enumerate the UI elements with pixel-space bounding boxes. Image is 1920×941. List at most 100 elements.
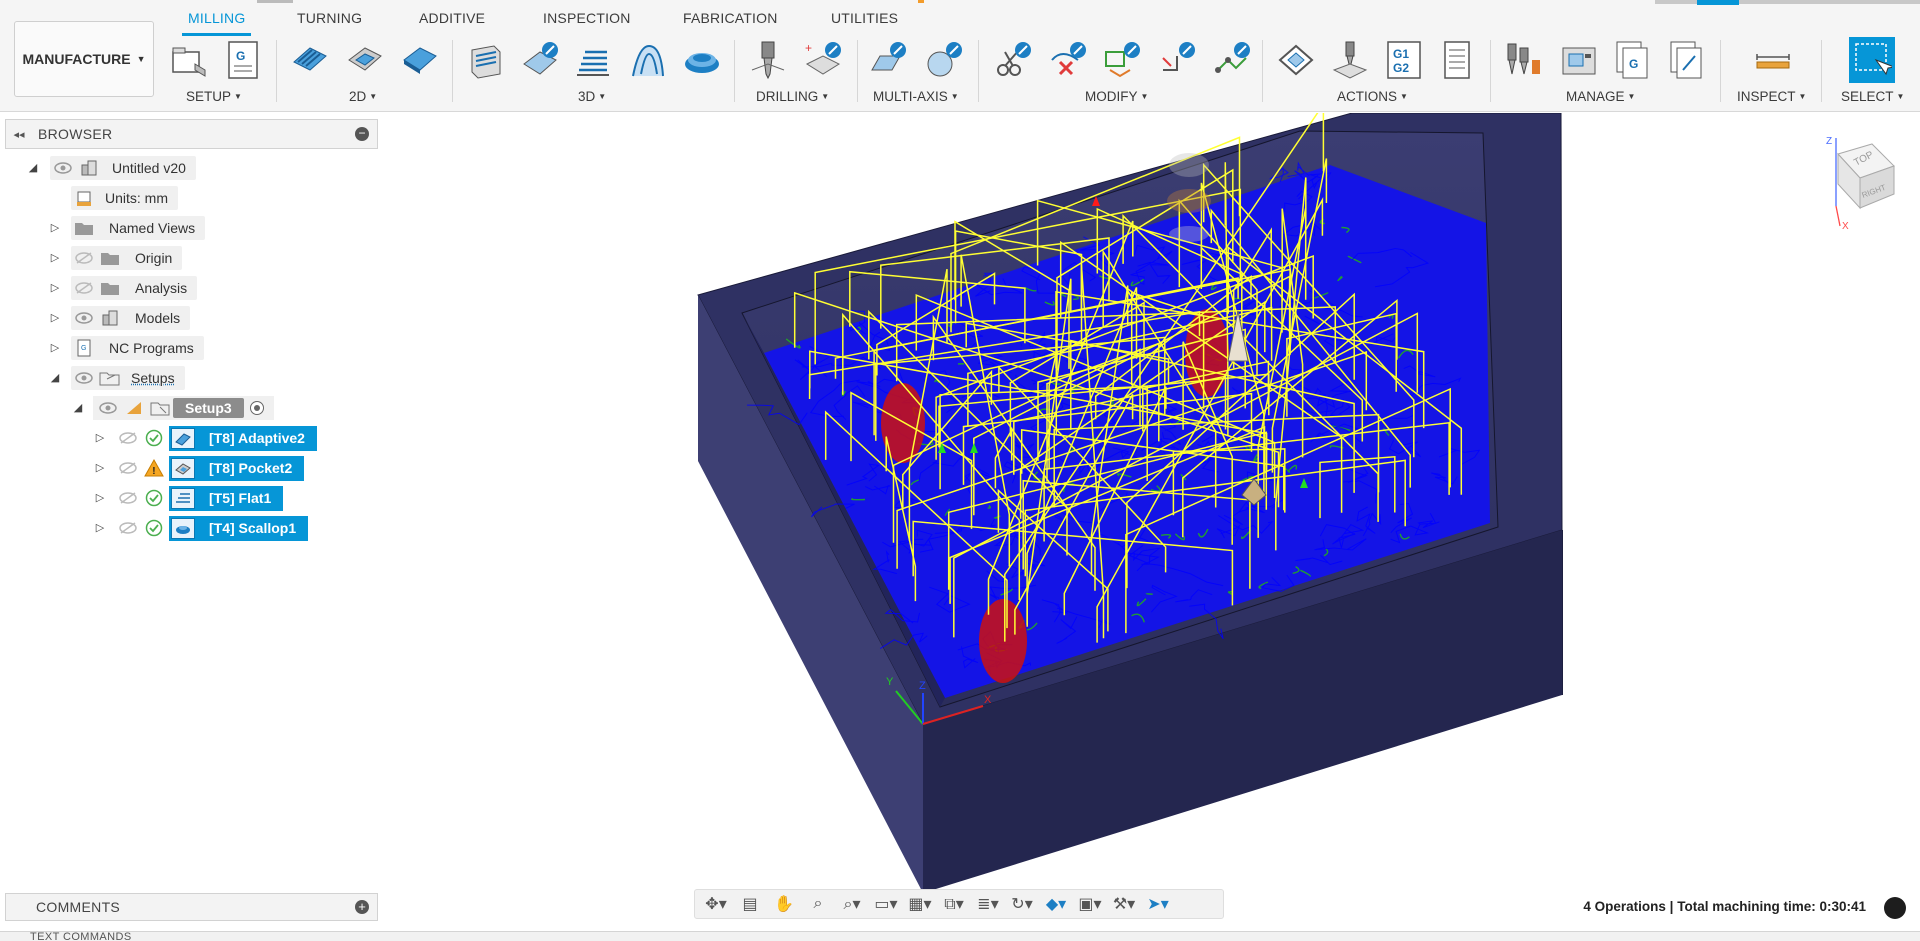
tree-op-flat1[interactable]: ▷ [T5] Flat1 — [93, 485, 284, 511]
modify-menu[interactable]: MODIFY ▼ — [1085, 89, 1148, 104]
collapsed-triangle-icon[interactable]: ▷ — [93, 461, 107, 475]
model-scene[interactable]: Y Z X — [380, 101, 1920, 893]
tree-models[interactable]: ▷ Models — [48, 305, 191, 331]
eye-icon[interactable] — [71, 306, 97, 330]
drilling-menu[interactable]: DRILLING ▼ — [756, 89, 829, 104]
tree-op-adaptive2[interactable]: ▷ [T8] Adaptive2 — [93, 425, 317, 451]
tab-turning[interactable]: TURNING — [297, 10, 362, 34]
refresh-icon[interactable]: ↻▾ — [1007, 892, 1037, 916]
tree-named-views[interactable]: ▷ Named Views — [48, 215, 206, 241]
manage-menu[interactable]: MANAGE ▼ — [1566, 89, 1635, 104]
collapse-browser-icon[interactable]: ◂◂ — [6, 128, 32, 141]
drill-icon[interactable] — [746, 38, 790, 82]
hole-recognition-icon[interactable]: + — [801, 38, 845, 82]
3d-adaptive-icon[interactable] — [464, 38, 508, 82]
collapsed-triangle-icon[interactable]: ▷ — [93, 521, 107, 535]
multi-axis-contour-icon[interactable] — [922, 38, 966, 82]
post-library-icon[interactable]: G — [1611, 38, 1655, 82]
simulation-icon[interactable]: ➤▾ — [1143, 892, 1173, 916]
simulate-machine-icon[interactable] — [1328, 38, 1372, 82]
minimize-browser-button[interactable]: − — [355, 127, 369, 141]
grid-icon[interactable]: ▦▾ — [905, 892, 935, 916]
measure-icon[interactable] — [1751, 38, 1795, 82]
status-menu-button[interactable] — [1884, 897, 1906, 919]
workspace-switcher-button[interactable]: MANUFACTURE ▼ — [14, 21, 154, 97]
move-toolpath-icon[interactable] — [1155, 38, 1199, 82]
zoom-window-icon[interactable]: ⌕▾ — [837, 892, 867, 916]
2d-adaptive-icon[interactable] — [288, 38, 332, 82]
active-setup-radio-icon[interactable] — [244, 396, 270, 420]
eye-hidden-icon[interactable] — [71, 246, 97, 270]
eye-hidden-icon[interactable] — [115, 486, 141, 510]
machine-library-icon[interactable] — [1557, 38, 1601, 82]
parallel-icon[interactable] — [571, 38, 615, 82]
collapsed-triangle-icon[interactable]: ▷ — [48, 281, 62, 295]
machine-display-icon[interactable]: ▣▾ — [1075, 892, 1105, 916]
collapsed-triangle-icon[interactable]: ▷ — [93, 491, 107, 505]
delete-toolpath-icon[interactable] — [1046, 38, 1090, 82]
actions-menu[interactable]: ACTIONS ▼ — [1337, 89, 1408, 104]
collapsed-triangle-icon[interactable]: ▷ — [48, 221, 62, 235]
nc-program-icon[interactable]: G — [221, 38, 265, 82]
eye-hidden-icon[interactable] — [71, 276, 97, 300]
tab-inspection[interactable]: INSPECTION — [543, 10, 631, 34]
orbit-icon[interactable]: ✥▾ — [701, 892, 731, 916]
eye-icon[interactable] — [95, 396, 121, 420]
tree-op-pocket2[interactable]: ▷ ! [T8] Pocket2 — [93, 455, 305, 481]
viewports-icon[interactable]: ⧉▾ — [939, 892, 969, 916]
collapsed-triangle-icon[interactable]: ▷ — [93, 431, 107, 445]
expanded-triangle-icon[interactable]: ◢ — [48, 371, 62, 385]
2d-menu[interactable]: 2D ▼ — [349, 89, 377, 104]
select-icon[interactable] — [1849, 37, 1895, 83]
tree-setup3[interactable]: ◢ Setup3 — [71, 395, 274, 421]
toolpath-display-icon[interactable]: ≣▾ — [973, 892, 1003, 916]
2d-pocket-icon[interactable] — [343, 38, 387, 82]
toolpath-layer-icon[interactable] — [1100, 38, 1144, 82]
expanded-triangle-icon[interactable]: ◢ — [26, 161, 40, 175]
tool-library-icon[interactable] — [1502, 38, 1546, 82]
tab-fabrication[interactable]: FABRICATION — [683, 10, 778, 34]
eye-hidden-icon[interactable] — [115, 426, 141, 450]
face-icon[interactable] — [398, 38, 442, 82]
tool-display-icon[interactable]: ⚒▾ — [1109, 892, 1139, 916]
stock-display-icon[interactable]: ◆▾ — [1041, 892, 1071, 916]
comments-panel[interactable]: COMMENTS + — [5, 893, 378, 921]
setup-sheet-icon[interactable] — [1435, 38, 1479, 82]
collapsed-triangle-icon[interactable]: ▷ — [48, 311, 62, 325]
expanded-triangle-icon[interactable]: ◢ — [71, 401, 85, 415]
swarf-icon[interactable] — [866, 38, 910, 82]
tree-nc-programs[interactable]: ▷ G NC Programs — [48, 335, 204, 361]
scallop-icon[interactable] — [680, 38, 724, 82]
eye-hidden-icon[interactable] — [115, 456, 141, 480]
tree-op-scallop1[interactable]: ▷ [T4] Scallop1 — [93, 515, 309, 541]
eye-hidden-icon[interactable] — [115, 516, 141, 540]
edit-points-icon[interactable] — [1210, 38, 1254, 82]
3d-menu[interactable]: 3D ▼ — [578, 89, 606, 104]
template-library-icon[interactable] — [1665, 38, 1709, 82]
add-comment-button[interactable]: + — [355, 900, 369, 914]
post-process-icon[interactable]: G1 G2 — [1382, 38, 1426, 82]
setup-menu[interactable]: SETUP ▼ — [186, 89, 242, 104]
select-menu[interactable]: SELECT ▼ — [1841, 89, 1904, 104]
3d-pocket-icon[interactable] — [518, 38, 562, 82]
text-commands-panel[interactable]: TEXT COMMANDS — [0, 931, 1920, 941]
tree-setups[interactable]: ◢ Setups — [48, 365, 185, 391]
view-cube[interactable]: TOP RIGHT Z X — [1812, 134, 1898, 234]
tab-utilities[interactable]: UTILITIES — [831, 10, 898, 34]
zoom-icon[interactable]: ⌕ — [803, 892, 833, 916]
contour-icon[interactable] — [625, 38, 669, 82]
pan-icon[interactable]: ✋ — [769, 892, 799, 916]
display-settings-icon[interactable]: ▭▾ — [871, 892, 901, 916]
collapsed-triangle-icon[interactable]: ▷ — [48, 251, 62, 265]
tab-milling[interactable]: MILLING — [181, 10, 252, 36]
look-at-icon[interactable]: ▤ — [735, 892, 765, 916]
eye-icon[interactable] — [71, 366, 97, 390]
tree-analysis[interactable]: ▷ Analysis — [48, 275, 198, 301]
tree-origin[interactable]: ▷ Origin — [48, 245, 183, 271]
multi-axis-menu[interactable]: MULTI-AXIS ▼ — [873, 89, 959, 104]
collapsed-triangle-icon[interactable]: ▷ — [48, 341, 62, 355]
eye-icon[interactable] — [50, 156, 76, 180]
new-setup-icon[interactable] — [167, 38, 211, 82]
trim-icon[interactable] — [991, 38, 1035, 82]
3d-viewport[interactable]: Y Z X — [380, 101, 1920, 893]
